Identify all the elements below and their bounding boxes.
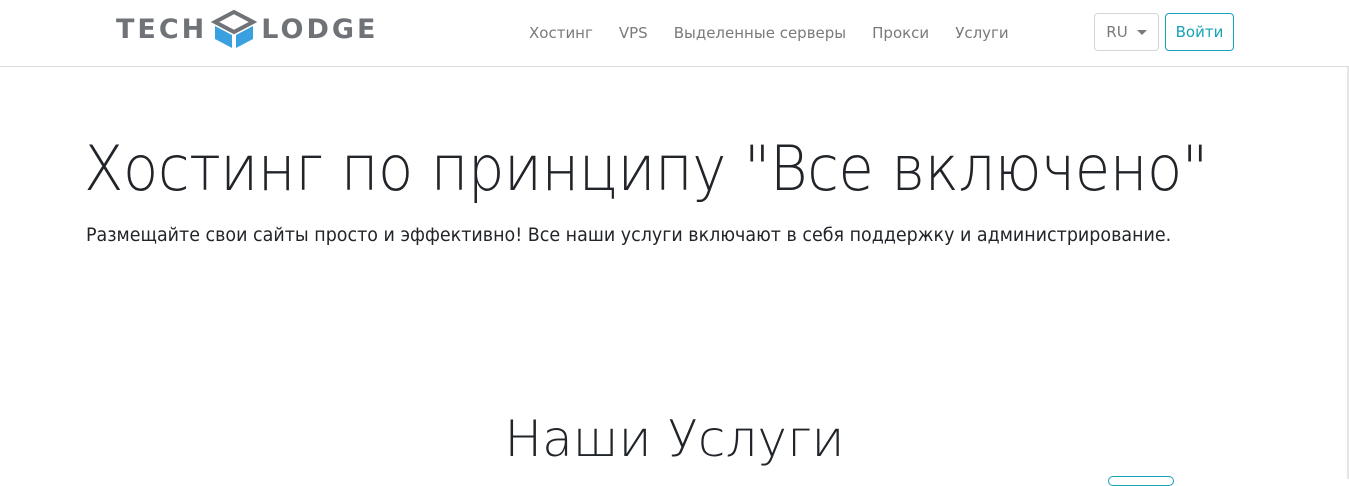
nav-link-proxy[interactable]: Прокси bbox=[872, 24, 929, 42]
nav-link-vps[interactable]: VPS bbox=[619, 24, 648, 42]
cube-logo-icon bbox=[210, 10, 258, 48]
nav-link-dedicated-servers[interactable]: Выделенные серверы bbox=[674, 24, 846, 42]
logo-text-right: LODGE bbox=[261, 14, 379, 45]
nav-link-hosting[interactable]: Хостинг bbox=[529, 24, 593, 42]
hero-subtitle: Размещайте свои сайты просто и эффективн… bbox=[86, 224, 1172, 246]
services-title: Наши Услуги bbox=[504, 410, 845, 468]
logo[interactable]: TECH LODGE bbox=[116, 10, 379, 50]
language-label: RU bbox=[1106, 23, 1128, 41]
login-button[interactable]: Войти bbox=[1165, 13, 1234, 51]
nav-link-services[interactable]: Услуги bbox=[955, 24, 1008, 42]
service-card-partial[interactable] bbox=[1108, 476, 1174, 486]
main-nav: Хостинг VPS Выделенные серверы Прокси Ус… bbox=[516, 0, 1022, 66]
navbar: TECH LODGE Хостинг VPS Выделенные сервер… bbox=[0, 0, 1349, 67]
logo-text-left: TECH bbox=[116, 14, 208, 45]
hero-title: Хостинг по принципу "Все включено" bbox=[84, 132, 1208, 205]
caret-down-icon bbox=[1136, 29, 1147, 35]
login-label: Войти bbox=[1175, 23, 1224, 41]
language-dropdown[interactable]: RU bbox=[1094, 13, 1159, 51]
